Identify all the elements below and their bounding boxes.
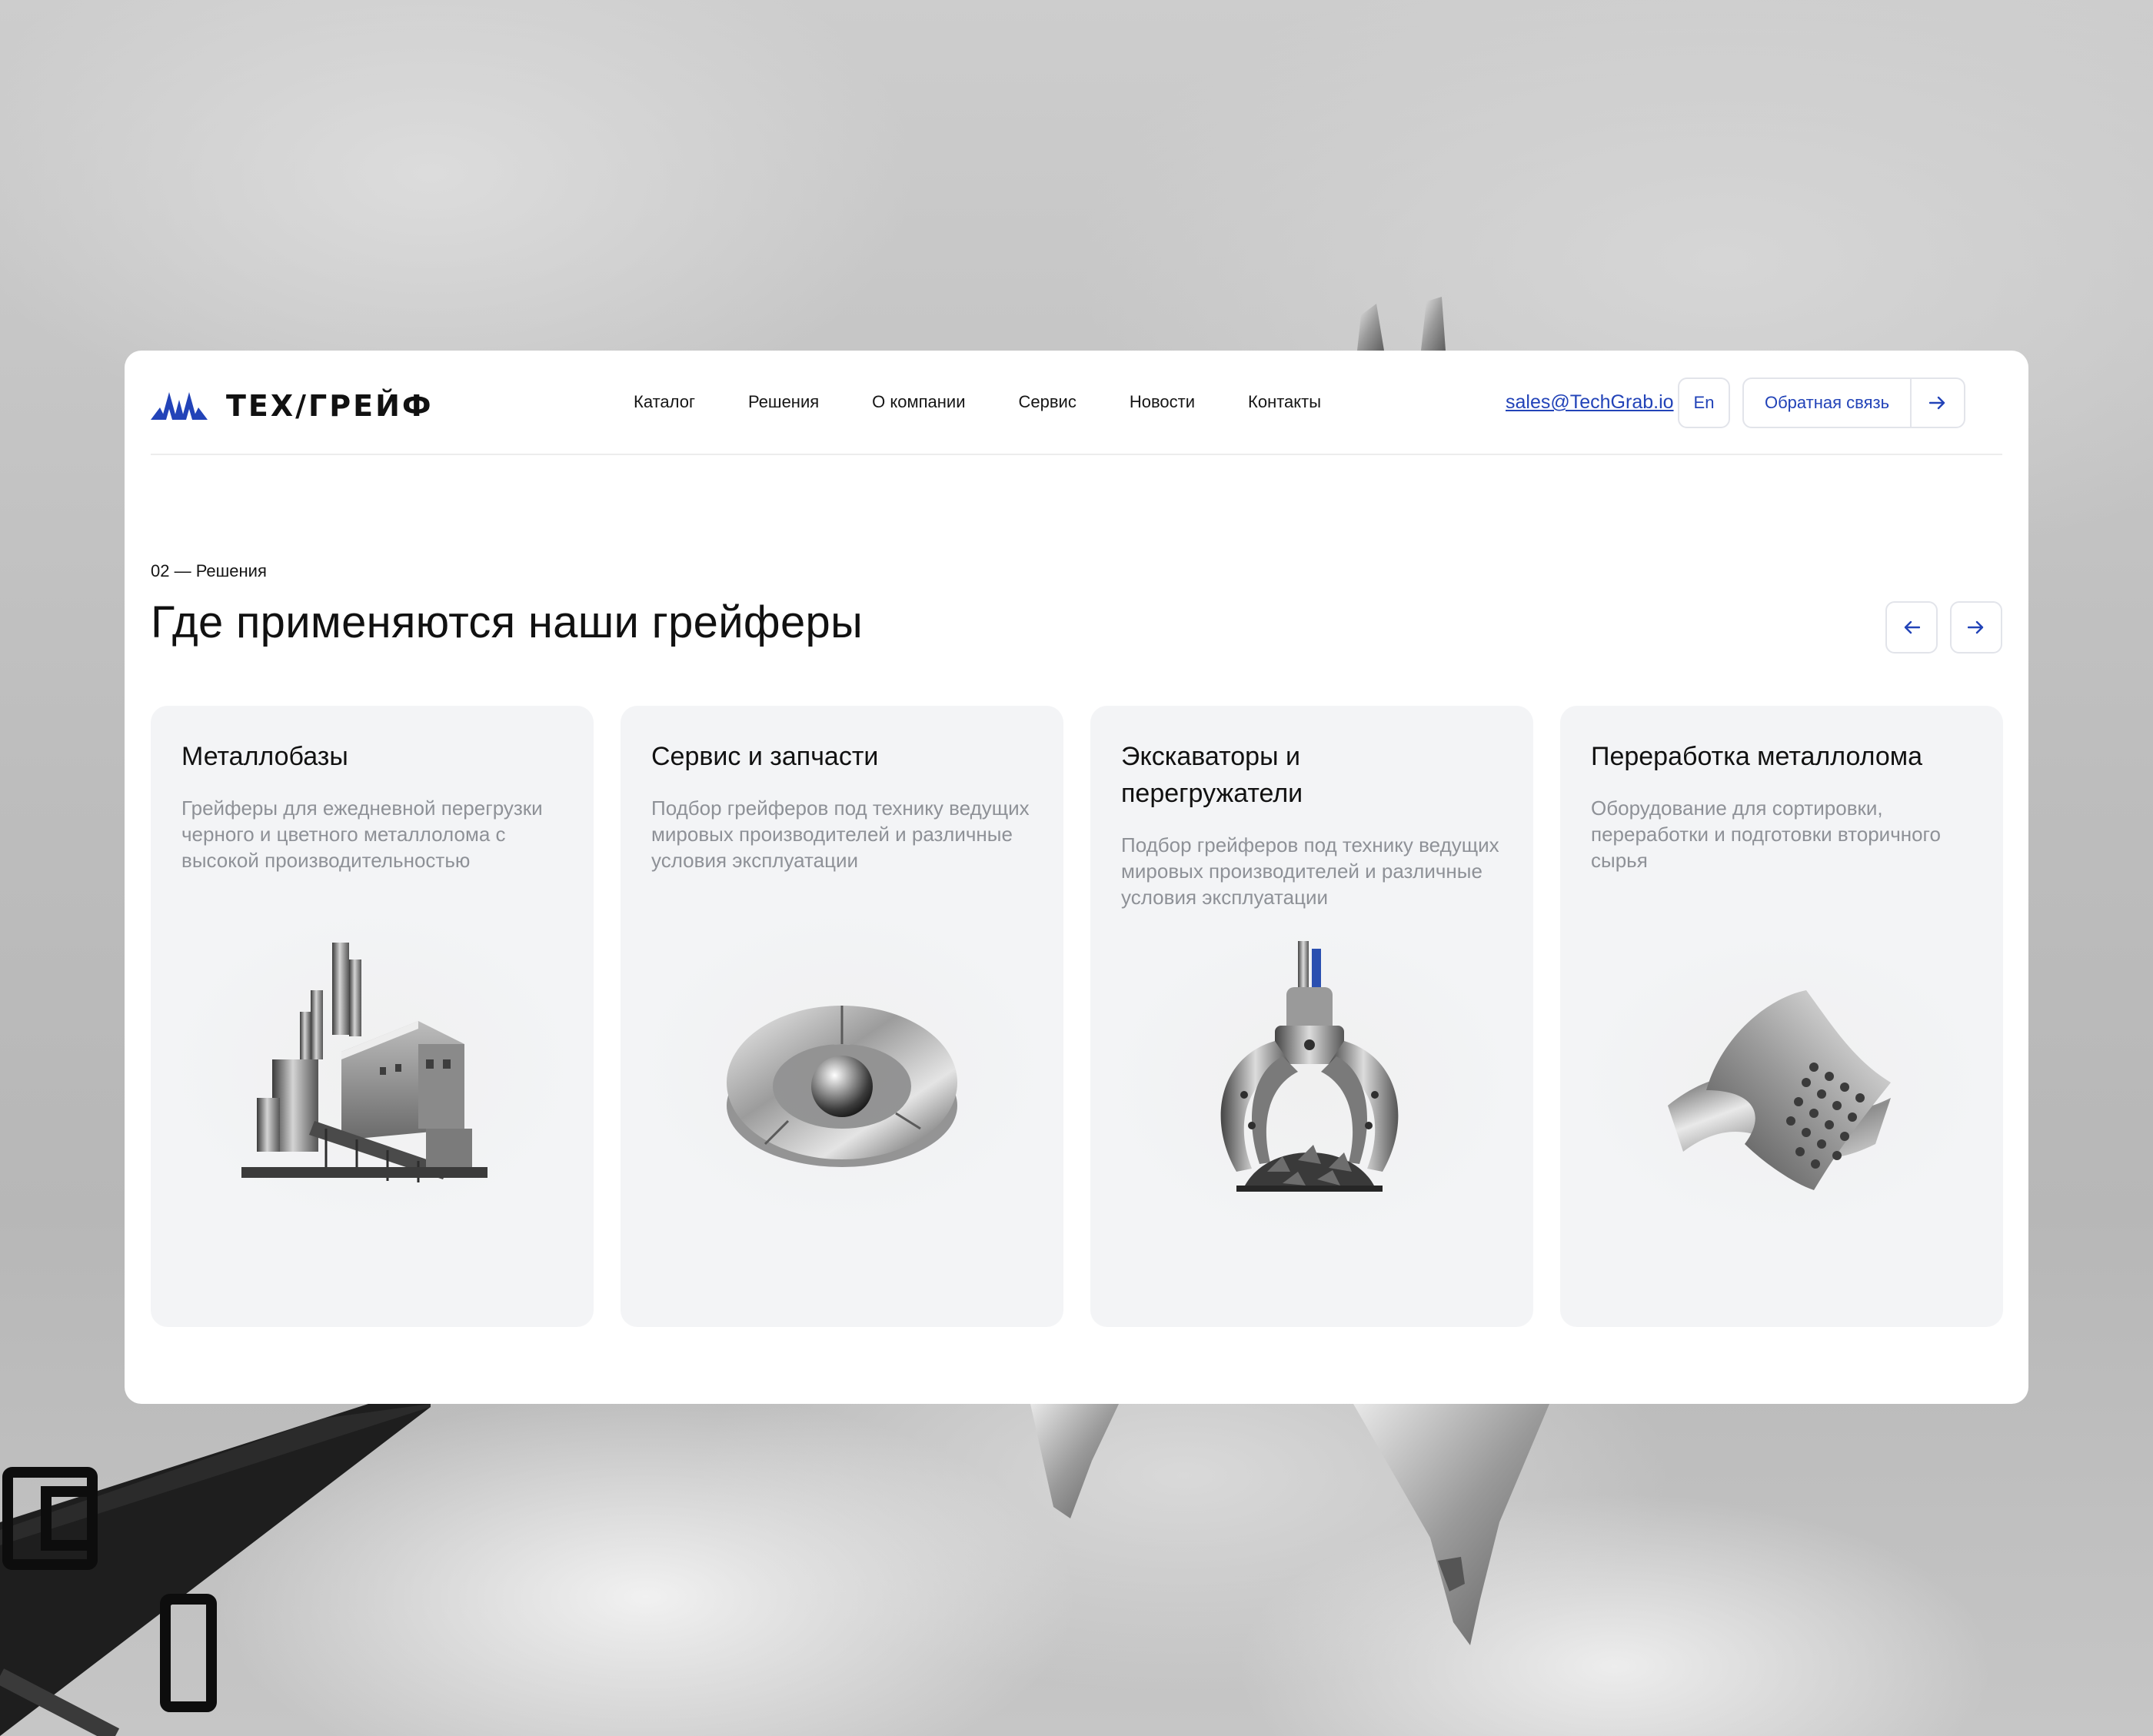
card-description: Грейферы для ежедневной перегрузки черно… (181, 796, 543, 872)
nav-item-catalog[interactable]: Каталог (634, 391, 695, 414)
ring-sphere-icon (727, 1005, 957, 1167)
nav-item-contacts[interactable]: Контакты (1248, 391, 1321, 414)
nav-item-service[interactable]: Сервис (1019, 391, 1076, 414)
nav-item-news[interactable]: Новости (1130, 391, 1195, 414)
card-title: Экскаваторы и перегружатели (1121, 742, 1303, 808)
arrow-right-icon (1912, 379, 1964, 427)
card-description: Подбор грейферов под технику ведущих мир… (1121, 833, 1499, 909)
card-description: Оборудование для сортировки, переработки… (1591, 796, 1941, 872)
section-title: Где применяются наши грейферы (151, 597, 864, 647)
nav-item-solutions[interactable]: Решения (748, 391, 819, 414)
feedback-label: Обратная связь (1744, 379, 1912, 427)
solutions-panel: ТЕХ/ГРЕЙФ Каталог Решения О компании Сер… (125, 351, 2028, 1404)
grapple-icon (1220, 941, 1399, 1192)
logo-text: ТЕХ/ГРЕЙФ (226, 389, 434, 423)
logo[interactable]: ТЕХ/ГРЕЙФ (151, 389, 434, 423)
card-title: Сервис и запчасти (651, 742, 879, 771)
nav-item-about[interactable]: О компании (872, 391, 965, 414)
solution-card-metal-bases[interactable]: Металлобазы Грейферы для ежедневной пере… (151, 706, 594, 1327)
solution-card-scrap-processing[interactable]: Переработка металлолома Оборудование для… (1560, 706, 2003, 1327)
metal-sheets-icon (1668, 990, 1891, 1190)
slider-prev-button[interactable] (1885, 601, 1938, 653)
solution-card-excavators[interactable]: Экскаваторы и перегружатели Подбор грейф… (1090, 706, 1533, 1327)
card-title: Переработка металлолома (1591, 742, 1923, 771)
solution-card-service-parts[interactable]: Сервис и запчасти Подбор грейферов под т… (621, 706, 1063, 1327)
arrow-left-icon (1904, 620, 1920, 634)
slider-next-button[interactable] (1950, 601, 2002, 653)
card-description: Подбор грейферов под технику ведущих мир… (651, 796, 1030, 872)
logo-mark-icon (151, 392, 208, 420)
language-switch-button[interactable]: En (1678, 377, 1730, 428)
email-link[interactable]: sales@TechGrab.io (1506, 391, 1674, 414)
feedback-button[interactable]: Обратная связь (1742, 377, 1965, 428)
main-nav: Каталог Решения О компании Сервис Новост… (634, 391, 1321, 414)
arrow-right-icon (1968, 620, 1984, 634)
card-title: Металлобазы (181, 742, 348, 771)
site-header: ТЕХ/ГРЕЙФ Каталог Решения О компании Сер… (151, 351, 2002, 455)
solutions-cards: Металлобазы Грейферы для ежедневной пере… (151, 706, 2003, 1327)
section-kicker: 02 — Решения (151, 561, 267, 580)
factory-icon (241, 943, 488, 1182)
